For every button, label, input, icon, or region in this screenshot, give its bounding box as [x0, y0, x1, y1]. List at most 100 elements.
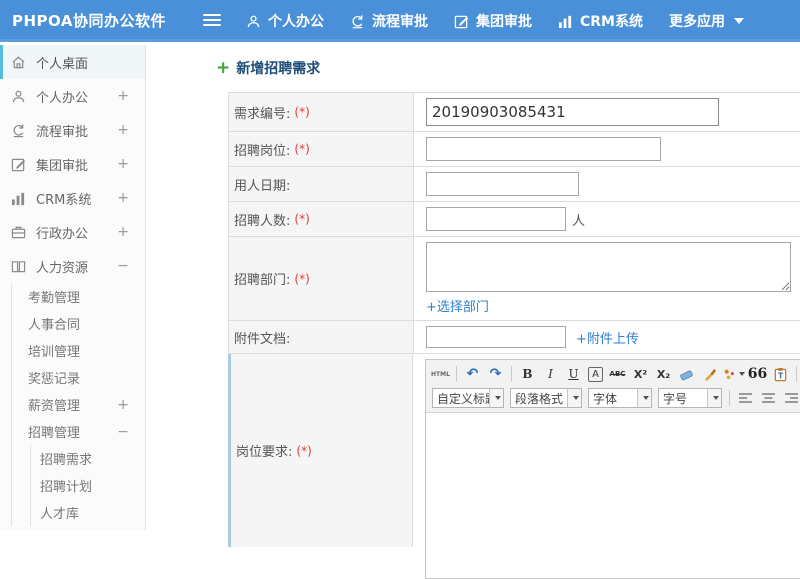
sidebar-item-personal-desktop[interactable]: 个人桌面	[0, 45, 145, 79]
format-brush-icon[interactable]	[699, 364, 720, 385]
font-size-select[interactable]: 字号	[658, 388, 722, 408]
chart-icon	[11, 191, 27, 206]
form-row-demand-no: 需求编号: (*)	[229, 93, 800, 132]
edit-icon	[11, 157, 27, 172]
department-textarea[interactable]	[426, 242, 791, 292]
form-row-headcount: 招聘人数: (*) 人	[229, 202, 800, 237]
expand-icon[interactable]: +	[117, 397, 129, 413]
attachment-input[interactable]	[426, 326, 566, 348]
headcount-input[interactable]	[426, 207, 566, 231]
required-mark: (*)	[294, 142, 310, 156]
align-left-icon[interactable]	[735, 388, 756, 409]
home-icon	[11, 55, 27, 70]
caret-down-icon	[489, 389, 503, 407]
nav-personal-office[interactable]: 个人办公	[246, 11, 324, 31]
editor-content-area[interactable]	[426, 413, 800, 578]
superscript-button[interactable]: X²	[630, 364, 651, 385]
demand-no-input[interactable]	[426, 98, 719, 126]
recruit-submenu: 招聘需求 招聘计划 人才库	[30, 445, 145, 526]
top-navigation: 个人办公 流程审批 集团审批 CRM系统 更多应用	[246, 0, 770, 42]
sidebar-item-rewards[interactable]: 奖惩记录	[12, 364, 145, 391]
font-family-select[interactable]: 字体	[588, 388, 652, 408]
book-icon	[11, 259, 27, 274]
hr-submenu: 考勤管理 人事合同 培训管理 奖惩记录 薪资管理 + 招聘管理 − 招聘需求 招…	[11, 283, 145, 526]
subscript-button[interactable]: X₂	[653, 364, 674, 385]
editor-toolbar: HTML ↶ ↷ B I U A ABC X² X₂ 66 T 自定义标 段落格…	[426, 360, 800, 413]
field-label: 招聘人数:	[234, 213, 291, 229]
underline-button[interactable]: U	[563, 364, 584, 385]
italic-button[interactable]: I	[540, 364, 561, 385]
hire-date-input[interactable]	[426, 172, 579, 196]
svg-text:T: T	[778, 371, 784, 380]
form-row-requirement: 岗位要求: (*) HTML ↶ ↷ B I U A ABC X² X₂ 66 …	[228, 354, 800, 579]
sidebar-item-hr[interactable]: 人力资源 −	[0, 249, 145, 283]
select-department-link[interactable]: +选择部门	[426, 296, 489, 315]
field-label: 附件文档:	[234, 331, 291, 347]
caret-down-icon	[707, 389, 721, 407]
expand-icon[interactable]: +	[117, 190, 129, 206]
sidebar-item-training[interactable]: 培训管理	[12, 337, 145, 364]
expand-icon[interactable]: +	[117, 224, 129, 240]
expand-icon[interactable]: +	[117, 122, 129, 138]
sidebar-item-workflow-approval[interactable]: 流程审批 +	[0, 113, 145, 147]
sidebar-item-recruit-mgmt[interactable]: 招聘管理 −	[12, 418, 145, 445]
redo-icon[interactable]: ↷	[485, 364, 506, 385]
align-center-icon[interactable]	[758, 388, 779, 409]
strikethrough-button[interactable]: ABC	[607, 364, 628, 385]
sidebar-item-recruit-plan[interactable]: 招聘计划	[31, 472, 145, 499]
field-label: 招聘部门:	[234, 273, 291, 288]
sidebar-item-personal-office[interactable]: 个人办公 +	[0, 79, 145, 113]
custom-title-select[interactable]: 自定义标题	[432, 388, 504, 408]
chart-icon	[558, 14, 573, 29]
caret-down-icon	[567, 389, 581, 407]
bold-button[interactable]: B	[517, 364, 538, 385]
required-mark: (*)	[296, 443, 312, 458]
sidebar-item-salary[interactable]: 薪资管理 +	[12, 391, 145, 418]
caret-down-icon	[734, 18, 744, 24]
align-right-icon[interactable]	[781, 388, 800, 409]
expand-icon[interactable]: +	[117, 88, 129, 104]
sidebar-item-crm-system[interactable]: CRM系统 +	[0, 181, 145, 215]
position-input[interactable]	[426, 137, 661, 161]
highlight-color-icon[interactable]	[722, 364, 745, 385]
sidebar-item-admin-office[interactable]: 行政办公 +	[0, 215, 145, 249]
field-label: 招聘岗位:	[234, 143, 291, 159]
nav-group-approval[interactable]: 集团审批	[454, 11, 532, 31]
plus-icon: +	[216, 58, 231, 78]
sidebar-item-attendance[interactable]: 考勤管理	[12, 283, 145, 310]
user-icon	[246, 14, 261, 29]
expand-icon[interactable]: +	[117, 156, 129, 172]
nav-crm-system[interactable]: CRM系统	[558, 11, 643, 31]
html-source-button[interactable]: HTML	[430, 364, 451, 385]
required-mark: (*)	[294, 105, 310, 119]
font-style-button[interactable]: A	[588, 366, 603, 382]
form-row-department: 招聘部门: (*) +选择部门	[229, 237, 800, 321]
briefcase-icon	[11, 225, 27, 240]
field-label: 岗位要求:	[236, 445, 293, 460]
paragraph-format-select[interactable]: 段落格式	[510, 388, 582, 408]
blockquote-button[interactable]: 66	[747, 364, 768, 385]
paste-icon[interactable]: T	[770, 364, 791, 385]
expand-icon[interactable]: −	[117, 424, 129, 440]
sidebar-item-group-approval[interactable]: 集团审批 +	[0, 147, 145, 181]
field-label: 需求编号:	[234, 106, 291, 122]
attachment-upload-link[interactable]: +附件上传	[576, 328, 639, 347]
field-label: 用人日期:	[234, 178, 291, 194]
process-icon	[350, 14, 365, 29]
undo-icon[interactable]: ↶	[462, 364, 483, 385]
caret-down-icon	[637, 389, 651, 407]
process-icon	[11, 123, 27, 138]
expand-icon[interactable]: −	[117, 258, 129, 274]
eraser-icon[interactable]	[676, 364, 697, 385]
sidebar-item-hr-contract[interactable]: 人事合同	[12, 310, 145, 337]
sidebar-item-recruit-demand[interactable]: 招聘需求	[31, 445, 145, 472]
hamburger-menu-icon[interactable]	[203, 14, 221, 28]
caret-down-icon	[739, 372, 745, 376]
headcount-unit: 人	[572, 213, 586, 229]
sidebar-item-talent-pool[interactable]: 人才库	[31, 499, 145, 526]
page-title: + 新增招聘需求	[216, 58, 321, 78]
nav-more-apps[interactable]: 更多应用	[669, 11, 744, 31]
sidebar: 个人桌面 个人办公 + 流程审批 + 集团审批 + CRM系统 + 行政办公 +…	[0, 45, 146, 530]
nav-workflow-approval[interactable]: 流程审批	[350, 11, 428, 31]
form-row-attachment: 附件文档: +附件上传	[229, 321, 800, 354]
